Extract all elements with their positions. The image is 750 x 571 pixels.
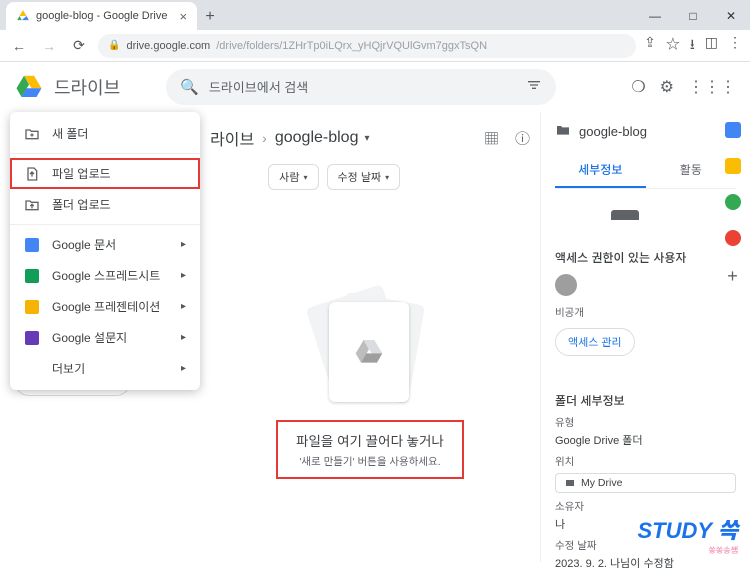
rail-add-button[interactable]: + [727,266,738,287]
contacts-icon[interactable] [725,230,741,246]
nav-back-button[interactable]: ← [8,35,30,57]
owner-label: 소유자 [555,499,736,514]
lock-icon: 🔒 [108,40,120,51]
manage-access-button[interactable]: 액세스 관리 [555,328,635,356]
slides-icon [24,299,40,315]
chip-modified[interactable]: 수정 날짜▾ [327,164,401,190]
chevron-right-icon: ▸ [181,301,186,312]
avatar [555,274,577,296]
ctx-label: 더보기 [52,360,85,377]
new-folder-icon [24,126,40,142]
chevron-right-icon: ▸ [181,270,186,281]
nav-reload-button[interactable]: ⟳ [68,35,90,57]
settings-icon[interactable]: ⚙ [660,77,674,97]
watermark: STUDY 쓱 쏭쏭송쌤 [637,513,738,556]
breadcrumb-root[interactable]: 라이브 [210,126,254,150]
chevron-right-icon: ▸ [181,363,186,374]
location-chip[interactable]: My Drive [555,473,736,493]
type-value: Google Drive 폴더 [555,432,736,448]
empty-subtitle: '새로 만들기' 버튼을 사용하세요. [296,454,444,469]
folder-details-label: 폴더 세부정보 [555,392,736,409]
chevron-down-icon: ▾ [364,133,369,144]
ctx-label: 파일 업로드 [52,165,111,182]
url-host: drive.google.com [126,40,210,52]
ctx-label: 새 폴더 [52,125,88,142]
tab-title: google-blog - Google Drive [36,10,167,22]
search-input[interactable]: 🔍 드라이브에서 검색 [166,69,556,105]
chip-people[interactable]: 사람▾ [268,164,318,190]
modified-value: 2023. 9. 2. 나님이 수정함 [555,555,736,571]
browser-menu-icon[interactable]: ⋮ [728,34,742,58]
ctx-google-forms[interactable]: Google 설문지 ▸ [10,322,200,353]
ctx-google-slides[interactable]: Google 프레젠테이션 ▸ [10,291,200,322]
new-tab-button[interactable]: + [197,4,223,30]
drive-favicon-icon [16,9,30,23]
extensions-icon[interactable]: ◫ [705,34,718,58]
tab-close-icon[interactable]: × [179,9,187,24]
drive-icon [353,336,385,368]
search-icon: 🔍 [180,78,199,96]
breadcrumb-current[interactable]: google-blog ▾ [275,129,370,147]
chevron-down-icon: ▾ [304,173,308,182]
window-minimize-button[interactable]: — [636,2,674,30]
mydrive-icon [564,477,576,489]
location-label: 위치 [555,454,736,469]
ctx-more[interactable]: 더보기 ▸ [10,353,200,384]
divider [10,224,200,225]
access-section-label: 액세스 권한이 있는 사용자 [555,249,736,266]
folder-upload-icon [24,197,40,213]
grid-view-icon[interactable]: ▦ [484,128,499,149]
chevron-right-icon: ▸ [181,239,186,250]
folder-icon [555,122,571,141]
new-context-menu: 새 폴더 파일 업로드 폴더 업로드 Google 문서 ▸ Google 스프… [10,112,200,390]
window-close-button[interactable]: ✕ [712,2,750,30]
ctx-label: Google 설문지 [52,329,127,346]
sheets-icon [24,268,40,284]
url-path: /drive/folders/1ZHrTp0iLQrx_yHQjrVQUlGvm… [216,40,487,52]
window-maximize-button[interactable]: □ [674,2,712,30]
docs-icon [24,237,40,253]
forms-icon [24,330,40,346]
product-title[interactable]: 드라이브 [54,74,120,100]
ctx-file-upload[interactable]: 파일 업로드 [10,158,200,189]
ctx-folder-upload[interactable]: 폴더 업로드 [10,189,200,220]
ctx-new-folder[interactable]: 새 폴더 [10,118,200,149]
calendar-icon[interactable] [725,122,741,138]
chevron-right-icon: ▸ [181,332,186,343]
ctx-google-docs[interactable]: Google 문서 ▸ [10,229,200,260]
info-toggle-icon[interactable]: ⓘ [515,128,530,149]
chevron-down-icon: ▾ [385,173,389,182]
ctx-label: 폴더 업로드 [52,196,111,213]
nav-forward-button[interactable]: → [38,35,60,57]
keep-icon[interactable] [725,158,741,174]
apps-grid-icon[interactable]: ⋮⋮⋮ [688,77,736,97]
url-bar[interactable]: 🔒 drive.google.com/drive/folders/1ZHrTp0… [98,34,636,58]
tasks-icon[interactable] [725,194,741,210]
search-placeholder: 드라이브에서 검색 [209,77,308,96]
chevron-right-icon: › [262,130,267,146]
side-rail: + [715,112,750,287]
file-upload-icon [24,166,40,182]
private-label: 비공개 [555,305,736,320]
drive-logo-icon [14,72,44,102]
bookmark-icon[interactable]: ☆ [666,34,680,58]
ctx-label: Google 스프레드시트 [52,267,160,284]
empty-illustration [305,284,435,414]
details-title: google-blog [579,124,647,139]
ctx-label: Google 프레젠테이션 [52,298,160,315]
ctx-label: Google 문서 [52,236,116,253]
search-options-icon[interactable] [526,77,542,96]
share-icon[interactable]: ⇪ [644,34,656,58]
ctx-google-sheets[interactable]: Google 스프레드시트 ▸ [10,260,200,291]
divider [10,153,200,154]
support-icon[interactable]: ❍ [631,77,645,97]
type-label: 유형 [555,415,736,430]
tab-details[interactable]: 세부정보 [555,153,646,188]
empty-title: 파일을 여기 끌어다 놓거나 [296,430,444,450]
browser-tab[interactable]: google-blog - Google Drive × [6,2,197,30]
empty-callout: 파일을 여기 끌어다 놓거나 '새로 만들기' 버튼을 사용하세요. [276,420,464,479]
download-icon[interactable]: ⭳ [690,34,695,58]
